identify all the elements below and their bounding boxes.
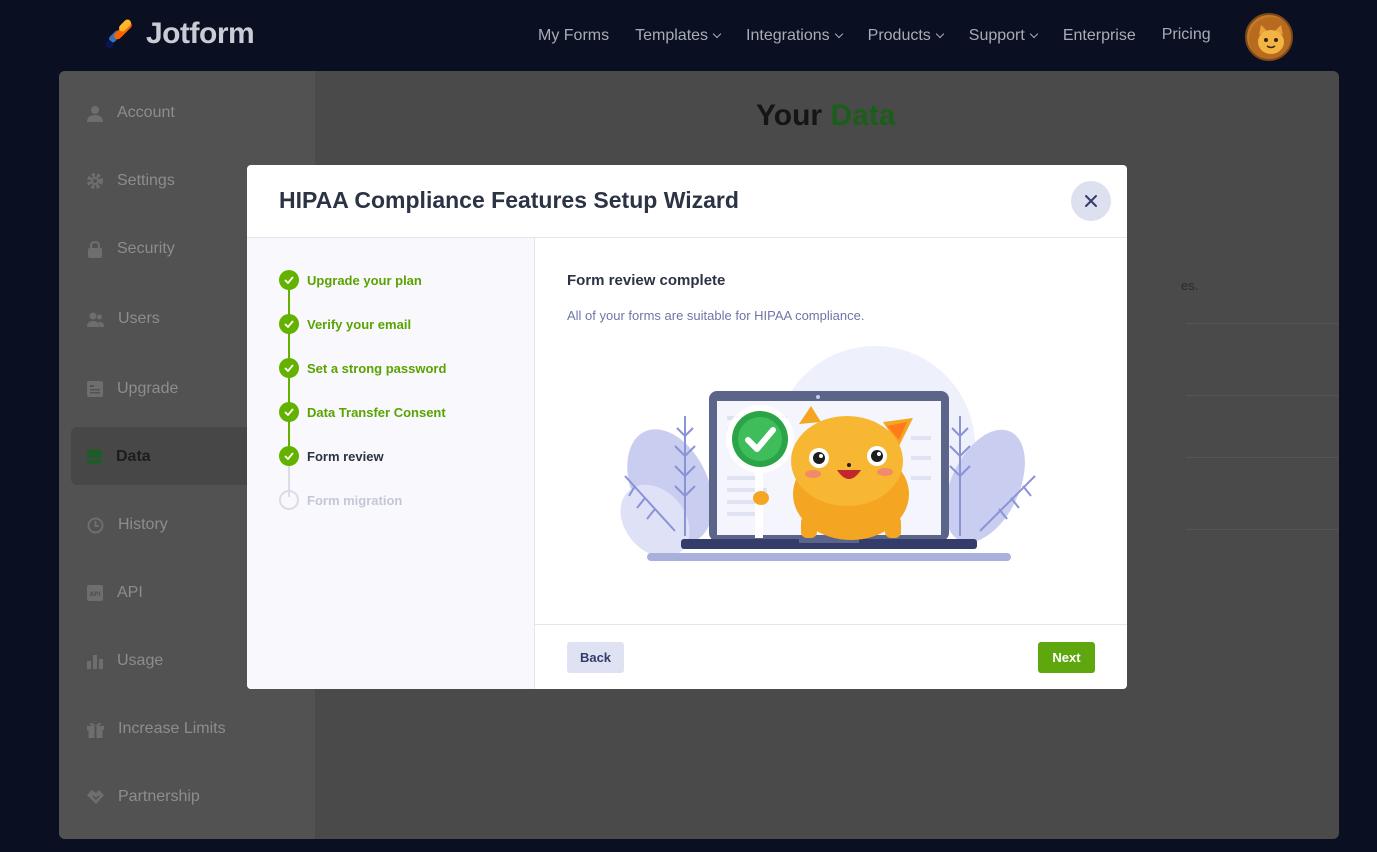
sidebar-item-label: Settings — [117, 172, 175, 189]
sidebar-item-label: Usage — [117, 652, 164, 669]
sidebar-item-label: Account — [117, 104, 175, 121]
sidebar-item-api[interactable]: API API — [87, 584, 143, 602]
gift-icon — [87, 722, 104, 738]
sidebar-item-users[interactable]: Users — [87, 310, 160, 328]
step-data-transfer-consent: Data Transfer Consent — [279, 402, 446, 422]
nav-support[interactable]: Support — [968, 27, 1039, 45]
next-button[interactable]: Next — [1038, 642, 1095, 673]
check-icon — [279, 314, 299, 334]
nav-label: Support — [968, 27, 1025, 44]
handshake-icon — [87, 790, 104, 804]
page-title: Your Data — [756, 99, 895, 133]
sidebar-item-increase-limits[interactable]: Increase Limits — [87, 720, 226, 738]
nav-label: Products — [867, 27, 931, 44]
page-title-prefix: Your — [756, 99, 823, 132]
nav-label: Pricing — [1161, 26, 1211, 43]
sidebar-item-data[interactable]: Data — [87, 448, 151, 466]
sidebar-item-usage[interactable]: Usage — [87, 652, 163, 670]
close-button[interactable] — [1071, 181, 1111, 221]
page-title-highlight: Data — [830, 99, 896, 132]
sidebar-item-upgrade[interactable]: Upgrade — [87, 380, 178, 398]
chevron-down-icon — [1029, 29, 1039, 39]
chevron-down-icon — [712, 29, 722, 39]
jotform-logo-icon — [104, 18, 136, 50]
top-navigation: Jotform My Forms Templates Integrations … — [0, 0, 1377, 71]
step-verify-email: Verify your email — [279, 314, 411, 334]
nav-pricing[interactable]: Pricing — [1162, 25, 1211, 45]
divider — [1186, 395, 1339, 396]
step-label: Verify your email — [307, 316, 412, 332]
step-label: Form review — [307, 448, 384, 464]
lock-icon — [88, 240, 102, 258]
wizard-content: Form review complete All of your forms a… — [535, 238, 1127, 624]
background-partial-text: es. — [1181, 278, 1199, 293]
check-icon — [279, 402, 299, 422]
user-icon — [87, 105, 103, 122]
brand-name: Jotform — [146, 17, 255, 50]
step-upgrade-plan: Upgrade your plan — [279, 270, 422, 290]
content-title: Form review complete — [567, 272, 726, 289]
wizard-steps: Upgrade your plan Verify your email Set … — [247, 238, 535, 689]
divider — [1186, 529, 1339, 530]
jotform-logo[interactable]: Jotform — [104, 17, 255, 51]
nav-products[interactable]: Products — [867, 27, 945, 45]
user-avatar[interactable] — [1245, 13, 1293, 61]
sidebar-item-label: Partnership — [118, 788, 200, 805]
check-icon — [279, 270, 299, 290]
upgrade-icon — [87, 381, 103, 397]
chevron-down-icon — [834, 29, 843, 39]
nav-templates[interactable]: Templates — [635, 27, 722, 45]
step-form-review: Form review — [279, 446, 384, 466]
gear-icon — [87, 173, 103, 189]
empty-circle-icon — [279, 490, 299, 510]
step-label: Upgrade your plan — [307, 272, 422, 288]
history-icon — [87, 517, 104, 533]
check-icon — [279, 446, 299, 466]
close-icon — [1085, 195, 1097, 207]
sidebar-item-label: Users — [118, 310, 160, 327]
divider — [1186, 457, 1339, 458]
step-strong-password: Set a strong password — [279, 358, 446, 378]
step-label: Data Transfer Consent — [307, 404, 446, 420]
nav-label: My Forms — [538, 27, 610, 44]
sidebar-item-label: Security — [117, 240, 175, 257]
sidebar-item-security[interactable]: Security — [87, 240, 175, 258]
step-form-migration: Form migration — [279, 490, 402, 510]
sidebar-item-settings[interactable]: Settings — [87, 172, 175, 190]
step-label: Set a strong password — [307, 360, 447, 376]
content-subtitle: All of your forms are suitable for HIPAA… — [567, 308, 865, 323]
hipaa-wizard-modal: HIPAA Compliance Features Setup Wizard U… — [247, 165, 1127, 689]
sidebar-item-label: Upgrade — [117, 380, 179, 397]
database-icon — [87, 448, 102, 465]
nav-label: Enterprise — [1062, 27, 1136, 44]
sidebar-item-label: History — [118, 516, 168, 533]
form-review-illustration — [615, 346, 1045, 581]
sidebar-item-label: Data — [116, 448, 151, 465]
nav-integrations[interactable]: Integrations — [746, 27, 843, 45]
bar-chart-icon — [87, 655, 103, 669]
modal-title: HIPAA Compliance Features Setup Wizard — [279, 187, 739, 213]
api-icon: API — [87, 585, 103, 601]
nav-label: Integrations — [746, 27, 830, 44]
nav-menu: My Forms Templates Integrations Products… — [538, 25, 1237, 45]
sidebar-item-account[interactable]: Account — [87, 104, 175, 122]
svg-text:API: API — [89, 591, 100, 598]
modal-footer: Back Next — [535, 624, 1127, 689]
check-icon — [279, 358, 299, 378]
chevron-down-icon — [935, 29, 945, 39]
nav-label: Templates — [635, 27, 709, 44]
nav-enterprise[interactable]: Enterprise — [1063, 27, 1136, 45]
step-label: Form migration — [307, 492, 403, 508]
back-button[interactable]: Back — [567, 642, 624, 673]
modal-header: HIPAA Compliance Features Setup Wizard — [247, 165, 1127, 238]
sidebar-item-label: Increase Limits — [118, 720, 226, 737]
sidebar-item-history[interactable]: History — [87, 516, 168, 534]
sidebar-item-label: API — [117, 584, 143, 601]
users-icon — [87, 312, 104, 327]
divider — [1186, 323, 1339, 324]
nav-my-forms[interactable]: My Forms — [538, 27, 609, 45]
sidebar-item-partnership[interactable]: Partnership — [87, 788, 200, 806]
